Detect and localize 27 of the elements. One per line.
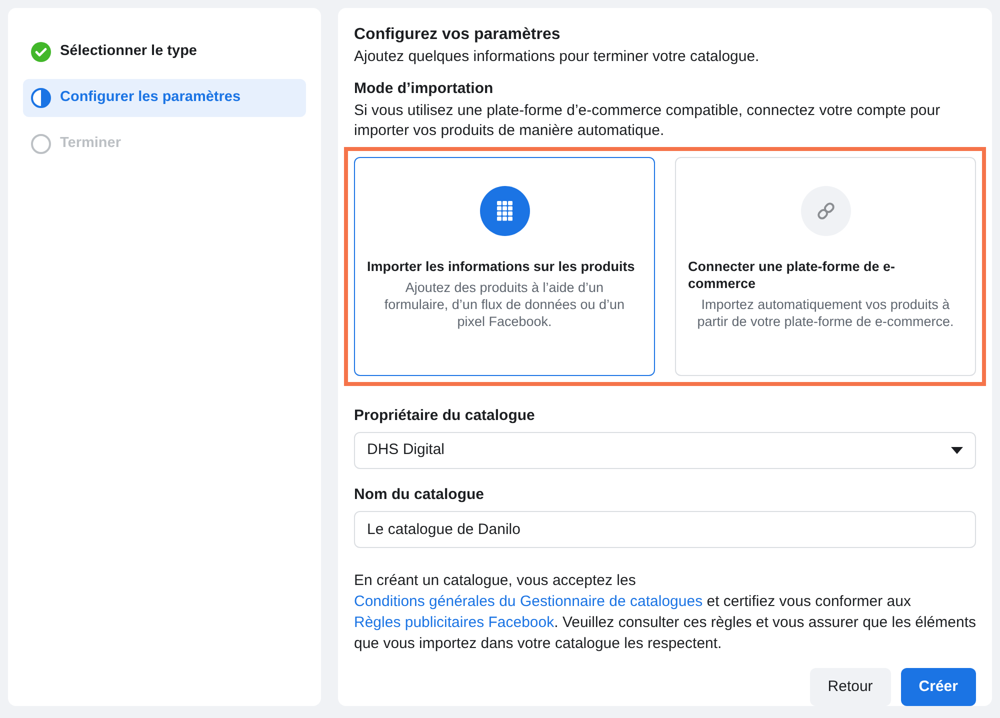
option-title: Connecter une plate-forme de e-commerce bbox=[688, 258, 896, 292]
caret-icon bbox=[951, 446, 963, 454]
owner-dropdown[interactable]: DHS Digital bbox=[354, 432, 976, 469]
option-description: Importez automatiquement vos produits à partir de votre plate-forme de e-commerce. bbox=[696, 296, 955, 330]
field-label: Propriétaire du catalogue bbox=[354, 406, 536, 426]
option-card[interactable]: Importer les informations sur les produits Ajoutez des produits à l’aide d’un formulaire, d’un flux de données ou d’un pixel Facebook. bbox=[354, 157, 655, 376]
option-description: Ajoutez des produits à l’aide d’un formulaire, d’un flux de données ou d’un pixel Facebook. bbox=[383, 279, 626, 330]
panel-subtitle: Ajoutez quelques informations pour terminer votre catalogue. bbox=[354, 47, 760, 67]
section-title: Mode d’importation bbox=[354, 79, 494, 99]
option-title: Importer les informations sur les produits bbox=[367, 258, 636, 275]
link-icon bbox=[800, 186, 850, 236]
grid-icon bbox=[480, 186, 530, 236]
step-item[interactable]: Configurer les paramètres bbox=[23, 79, 306, 117]
field-label: Nom du catalogue bbox=[354, 485, 486, 505]
step-label: Terminer bbox=[60, 134, 121, 154]
create-button[interactable]: Créer bbox=[900, 668, 976, 706]
back-button[interactable]: Retour bbox=[810, 668, 891, 706]
section-description: Si vous utilisez une plate-forme d’e-commerce compatible, connectez votre compte pour importer vos produits de manière automatique. bbox=[354, 101, 942, 141]
step-label: Configurer les paramètres bbox=[60, 88, 241, 108]
catalog-name-field[interactable]: Le catalogue de Danilo bbox=[354, 511, 976, 548]
panel-title: Configurez vos paramètres bbox=[354, 25, 562, 45]
terms-text: En créant un catalogue, vous acceptez les Conditions générales du Gestionnaire de catalogues et certifiez vous conformer aux Règles publicitaires Facebook. Veuillez consulter ces règles et vous assurer que les éléments que vous importez dans votre catalogue les respectent. bbox=[354, 571, 976, 654]
step-item[interactable]: Sélectionner le type bbox=[23, 33, 306, 71]
terms-link[interactable]: Règles publicitaires Facebook bbox=[354, 614, 554, 631]
terms-link[interactable]: Conditions générales du Gestionnaire de catalogues bbox=[354, 593, 703, 610]
option-card[interactable]: Connecter une plate-forme de e-commerce Importez automatiquement vos produits à partir de votre plate-forme de e-commerce. bbox=[675, 157, 976, 376]
step-label: Sélectionner le type bbox=[60, 42, 197, 62]
